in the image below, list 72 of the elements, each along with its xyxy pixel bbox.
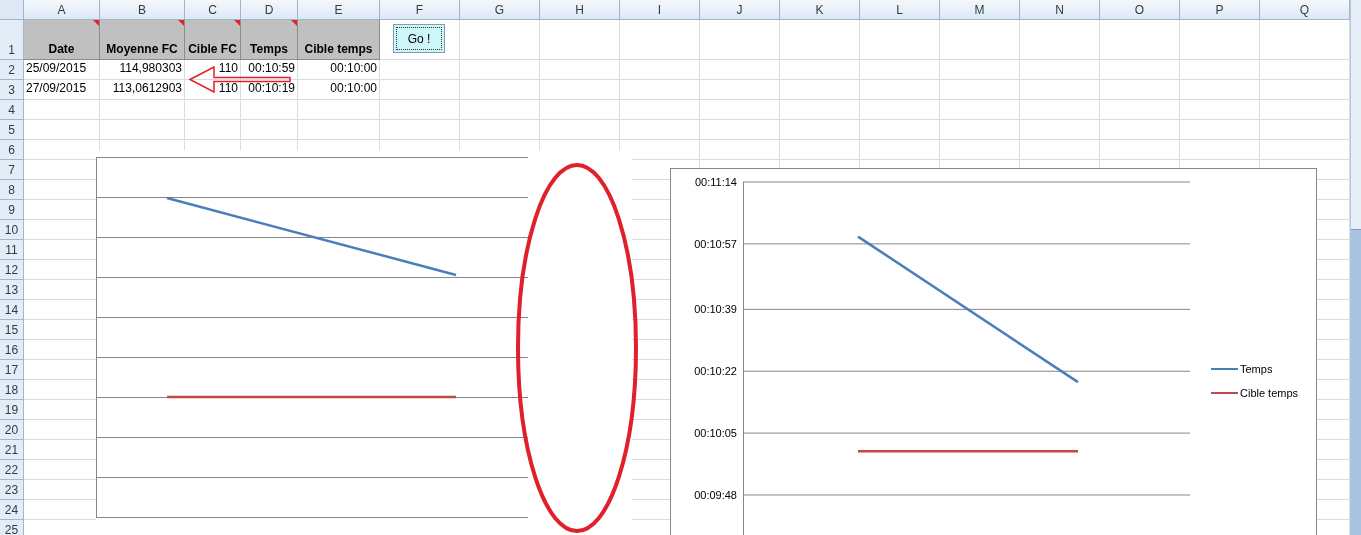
row-header[interactable]: 20 [0,420,24,440]
column-header[interactable]: O [1100,0,1180,20]
legend-label: Cible temps [1240,387,1299,399]
row-header[interactable]: 2 [0,60,24,80]
legend-line-icon [1210,368,1239,370]
row-header[interactable]: 12 [0,260,24,280]
column-header[interactable]: E [298,0,380,20]
row-header[interactable]: 14 [0,300,24,320]
row-header[interactable]: 18 [0,380,24,400]
row-header[interactable]: 8 [0,180,24,200]
go-button[interactable]: Go ! [393,24,445,53]
row-header[interactable]: 19 [0,400,24,420]
column-header[interactable]: G [460,0,540,20]
column-header[interactable]: L [860,0,940,20]
table-cell: 114,980303 [100,60,185,80]
column-header[interactable]: P [1180,0,1260,20]
row-header[interactable]: 24 [0,500,24,520]
table-cell: 00:10:59 [241,60,298,80]
axis-tick-label: 00:10:22 [694,365,737,378]
table-cell: 110 [185,80,241,100]
column-header[interactable]: K [780,0,860,20]
axis-tick-label: 00:10:05 [694,427,737,440]
column-header[interactable]: C [185,0,241,20]
column-header[interactable]: N [1020,0,1100,20]
column-header[interactable]: J [700,0,780,20]
legend-line-icon [1210,392,1239,394]
axis-tick-label: 00:09:48 [694,488,737,501]
row-header[interactable]: 22 [0,460,24,480]
table-cell: 113,0612903 [100,80,185,100]
row-header[interactable]: 10 [0,220,24,240]
column-header[interactable]: F [380,0,460,20]
header-cell: Date [24,20,100,60]
row-header[interactable]: 7 [0,160,24,180]
table-cell: 00:10:19 [241,80,298,100]
table-cell: 25/09/2015 [24,60,100,80]
header-cell: Cible temps [298,20,380,60]
column-header[interactable]: B [100,0,185,20]
empty-cell [185,100,241,120]
row-header[interactable]: 11 [0,240,24,260]
row-header[interactable]: 15 [0,320,24,340]
row-header[interactable]: 17 [0,360,24,380]
table-cell: 00:10:00 [298,80,380,100]
row-header[interactable]: 6 [0,140,24,160]
table-cell: 27/09/2015 [24,80,100,100]
table-cell: 110 [185,60,241,80]
column-header[interactable]: A [24,0,100,20]
column-header[interactable]: H [540,0,620,20]
row-header[interactable]: 25 [0,520,24,535]
row-header[interactable]: 5 [0,120,24,140]
vertical-scrollbar[interactable] [1350,0,1361,535]
row-header[interactable]: 13 [0,280,24,300]
row-header[interactable]: 9 [0,200,24,220]
empty-cell [241,100,298,120]
header-cell: Moyenne FC [100,20,185,60]
column-header[interactable]: Q [1260,0,1350,20]
header-cell: Temps [241,20,298,60]
column-header[interactable]: M [940,0,1020,20]
axis-tick-label: 00:10:57 [694,237,737,250]
table-cell: 00:10:00 [298,60,380,80]
row-header[interactable]: 3 [0,80,24,100]
select-all-corner[interactable] [0,0,24,20]
axis-tick-label: 00:11:14 [695,176,737,188]
row-header[interactable]: 4 [0,100,24,120]
axis-tick-label: 00:10:39 [694,303,737,316]
row-header[interactable]: 21 [0,440,24,460]
column-header[interactable]: I [620,0,700,20]
legend-label: Temps [1240,363,1273,375]
row-header[interactable]: 16 [0,340,24,360]
row-header[interactable]: 1 [0,20,24,60]
header-cell: Cible FC [185,20,241,60]
column-header[interactable]: D [241,0,298,20]
row-header[interactable]: 23 [0,480,24,500]
